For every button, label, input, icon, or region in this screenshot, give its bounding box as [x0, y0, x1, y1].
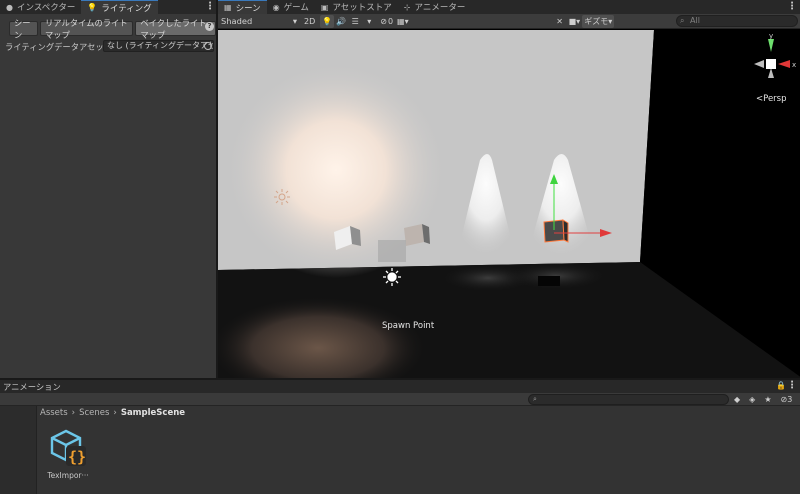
asset-item[interactable]: {}	[48, 428, 88, 471]
breadcrumb-separator-icon: ›	[113, 408, 117, 418]
breadcrumb-scenes[interactable]: Scenes	[79, 408, 109, 418]
project-panel: ⌕ ◆ ◈ ★ ⊘3 Assets › Scenes › SampleScene	[0, 393, 800, 494]
persp-label[interactable]: <Persp	[756, 94, 787, 104]
selected-cube[interactable]	[543, 219, 569, 243]
project-folder-tree[interactable]	[0, 406, 37, 494]
tab-scene[interactable]: ▦ シーン	[218, 0, 267, 14]
gizmo-center-cube-icon[interactable]	[766, 59, 776, 69]
chevron-down-icon: ▾	[292, 16, 297, 26]
lightbulb-icon: 💡	[87, 3, 98, 12]
breadcrumb-separator-icon: ›	[71, 408, 76, 418]
search-icon: ⌕	[680, 16, 685, 25]
gizmo-y-letter: y	[769, 32, 773, 40]
scene-toolbar: Shaded ▾ 2D 💡 🔊 ☰ ▾ ⊘ 0 ▦▾ ✕ ■▾ ギズモ ▾ ⌕ …	[218, 14, 800, 29]
favorite-star-icon[interactable]: ★	[764, 395, 771, 404]
scene-view-panel: ▦ シーン ◉ ゲーム ▣ アセットストア ⊹ アニメーター ⋮ Shaded …	[216, 0, 800, 378]
script-cube-icon: {}	[50, 429, 86, 466]
lighting-toggle-icon[interactable]: 💡	[320, 14, 335, 28]
breadcrumb: Assets › Scenes › SampleScene	[40, 408, 185, 418]
hidden-objects-toggle[interactable]: ⊘ 0	[378, 15, 395, 28]
subtab-realtime-lightmaps[interactable]: リアルタイムのライトマップ	[39, 18, 134, 40]
effects-toggle-icon[interactable]: ☰	[348, 15, 362, 28]
tab-scene-label: シーン	[235, 3, 261, 14]
grid-dropdown-icon[interactable]: ▦▾	[395, 15, 411, 28]
gizmos-label: ギズモ	[584, 16, 609, 26]
animation-tab[interactable]: アニメーション	[3, 381, 61, 393]
scene-viewport[interactable]: y x <Persp Spawn Point	[218, 30, 800, 378]
spawn-point-label: Spawn Point	[382, 321, 435, 331]
breadcrumb-samplescene[interactable]: SampleScene	[121, 408, 185, 418]
scene-more-options-icon[interactable]: ⋮	[787, 1, 797, 12]
toggle-2d-button[interactable]: 2D	[302, 15, 317, 28]
left-tab-bar: ● インスペクター 💡 ライティング	[0, 0, 216, 14]
breadcrumb-assets[interactable]: Assets	[40, 408, 68, 418]
hidden-count: 0	[387, 16, 394, 26]
filter-by-type-icon[interactable]: ◆	[734, 395, 740, 404]
camera-settings-icon[interactable]: ■▾	[567, 15, 583, 28]
gamepad-icon: ◉	[272, 2, 280, 12]
effects-dropdown-icon[interactable]: ▾	[362, 15, 376, 28]
lighting-data-asset-label: ライティングデータアセット	[5, 42, 113, 52]
grid-icon: ▦	[224, 3, 232, 12]
lighting-data-asset-value: なし (ライティングデータアセット	[107, 41, 213, 50]
store-icon: ▣	[320, 2, 329, 12]
info-icon: ●	[6, 2, 13, 12]
shading-mode-value: Shaded	[221, 16, 253, 26]
svg-text:{}: {}	[68, 448, 86, 466]
cube-shadow	[378, 240, 406, 262]
lighting-data-asset-field[interactable]: なし (ライティングデータアセット	[103, 40, 214, 52]
tab-lighting-label: ライティング	[101, 3, 152, 14]
lighting-panel: ● インスペクター 💡 ライティング ⋮ シーン リアルタイムのライトマップ ベ…	[0, 0, 216, 378]
search-icon: ⌕	[533, 395, 537, 403]
filter-by-label-icon[interactable]: ◈	[749, 395, 755, 404]
lock-icon[interactable]: 🔒	[776, 381, 786, 390]
project-toolbar: ⌕ ◆ ◈ ★ ⊘3	[0, 393, 800, 406]
shading-mode-dropdown[interactable]: Shaded ▾	[218, 15, 300, 28]
hidden-packages-toggle[interactable]: ⊘3	[780, 395, 792, 404]
help-icon[interactable]: ?	[205, 22, 214, 31]
tab-inspector[interactable]: ● インスペクター	[0, 0, 81, 14]
eye-slash-icon: ⊘	[380, 16, 387, 26]
audio-toggle-icon[interactable]: 🔊	[334, 15, 348, 28]
scene-render: y x	[218, 30, 800, 378]
chevron-down-icon: ▾	[608, 16, 613, 26]
hidden-packages-count: 3	[787, 395, 793, 404]
project-search-input[interactable]: ⌕	[528, 394, 729, 405]
lighting-subtabs: シーン リアルタイムのライトマップ ベイクしたライトマップ	[9, 18, 216, 40]
tools-icon[interactable]: ✕	[553, 15, 567, 28]
tab-game[interactable]: ◉ ゲーム	[267, 0, 315, 14]
tab-inspector-label: インスペクター	[16, 3, 76, 13]
asset-name: TexImpor···	[47, 471, 89, 480]
gizmo-x-letter: x	[792, 61, 796, 69]
scene-tab-bar: ▦ シーン ◉ ゲーム ▣ アセットストア ⊹ アニメーター	[218, 0, 800, 14]
tab-asset-store[interactable]: ▣ アセットストア	[315, 0, 398, 14]
object-picker-icon[interactable]	[204, 42, 212, 50]
subtab-scene[interactable]: シーン	[9, 18, 38, 40]
animation-more-options-icon[interactable]: ⋮	[787, 380, 797, 391]
scene-search-input[interactable]: ⌕ All	[676, 15, 798, 27]
tab-game-label: ゲーム	[283, 3, 309, 13]
selected-cube-shadow	[538, 276, 560, 286]
tab-asset-store-label: アセットストア	[332, 3, 392, 13]
subtab-baked-lightmaps[interactable]: ベイクしたライトマップ	[135, 18, 216, 40]
tab-animator-label: アニメーター	[414, 3, 466, 13]
tab-animator[interactable]: ⊹ アニメーター	[398, 0, 472, 14]
more-options-icon[interactable]: ⋮	[205, 1, 215, 12]
project-toolbar-icons: ◆ ◈ ★ ⊘3	[734, 393, 792, 406]
tab-lighting[interactable]: 💡 ライティング	[81, 0, 158, 14]
scene-search-placeholder: All	[690, 16, 700, 25]
animation-tab-bar: アニメーション 🔒 ⋮	[0, 380, 800, 393]
animator-icon: ⊹	[403, 2, 411, 12]
gizmos-dropdown[interactable]: ギズモ ▾	[582, 14, 615, 28]
